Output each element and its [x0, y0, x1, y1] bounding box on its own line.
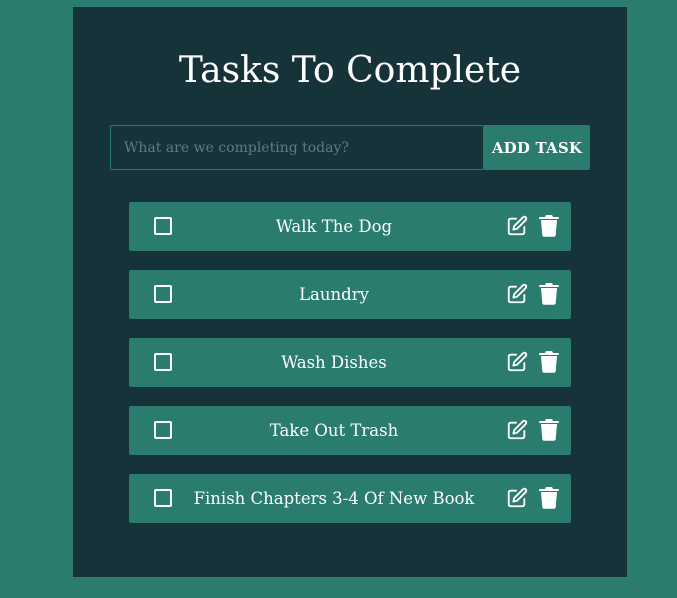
trash-icon[interactable] [539, 282, 559, 305]
todo-item: Finish Chapters 3-4 Of New Book [129, 474, 571, 523]
todo-text: Laundry [299, 285, 369, 304]
todo-checkbox[interactable] [154, 217, 172, 235]
todo-text: Finish Chapters 3-4 Of New Book [193, 489, 475, 508]
edit-icon[interactable] [506, 215, 528, 237]
trash-icon[interactable] [539, 486, 559, 509]
todo-list: Walk The Dog Laundry Wash Dishes Take Ou… [129, 202, 571, 542]
todo-item: Take Out Trash [129, 406, 571, 455]
trash-icon[interactable] [539, 418, 559, 441]
page-title: Tasks To Complete [178, 50, 522, 91]
todo-item: Walk The Dog [129, 202, 571, 251]
trash-icon[interactable] [539, 350, 559, 373]
edit-icon[interactable] [506, 419, 528, 441]
edit-icon[interactable] [506, 283, 528, 305]
todo-text: Wash Dishes [281, 353, 387, 372]
todo-item: Wash Dishes [129, 338, 571, 387]
todo-item: Laundry [129, 270, 571, 319]
todo-checkbox[interactable] [154, 489, 172, 507]
edit-icon[interactable] [506, 487, 528, 509]
add-task-button[interactable]: ADD TASK [484, 125, 590, 170]
task-input[interactable] [110, 125, 484, 170]
edit-icon[interactable] [506, 351, 528, 373]
todo-text: Walk The Dog [275, 217, 393, 236]
trash-icon[interactable] [539, 214, 559, 237]
todo-app-panel: Tasks To Complete ADD TASK Walk The Dog [73, 7, 627, 577]
add-task-form: ADD TASK [110, 125, 590, 170]
todo-checkbox[interactable] [154, 421, 172, 439]
todo-checkbox[interactable] [154, 285, 172, 303]
todo-checkbox[interactable] [154, 353, 172, 371]
todo-text: Take Out Trash [269, 421, 399, 440]
